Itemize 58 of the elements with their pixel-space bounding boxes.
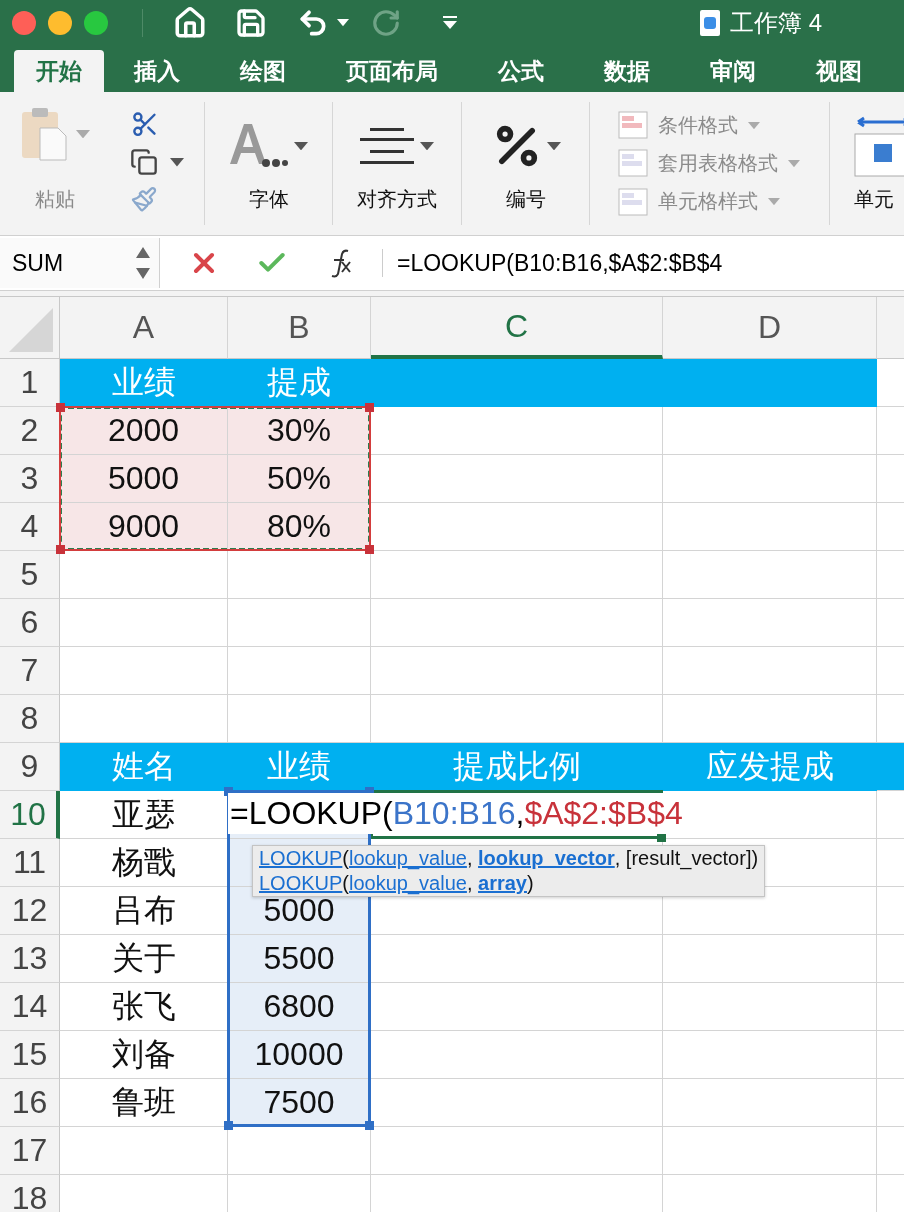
row-header[interactable]: 8 — [0, 695, 60, 743]
row-header[interactable]: 1 — [0, 359, 60, 407]
ribbon-tab[interactable]: 开始 — [14, 50, 104, 92]
row-header[interactable]: 13 — [0, 935, 60, 983]
table-cell: 50% — [228, 455, 371, 503]
row-header[interactable]: 4 — [0, 503, 60, 551]
row-header[interactable]: 5 — [0, 551, 60, 599]
row-header[interactable]: 18 — [0, 1175, 60, 1212]
row-header[interactable]: 10 — [0, 791, 60, 839]
ribbon-tab[interactable]: 绘图 — [210, 50, 316, 92]
table-cell: 7500 — [228, 1079, 371, 1127]
header-cell: 提成比例 — [371, 743, 663, 791]
ribbon-group-label[interactable]: 字体 — [248, 186, 289, 213]
row-header[interactable]: 12 — [0, 887, 60, 935]
row-header[interactable]: 11 — [0, 839, 60, 887]
name-box[interactable]: SUM — [0, 238, 160, 288]
table-cell: 5000 — [60, 455, 228, 503]
argument-link[interactable]: array — [478, 872, 527, 894]
column-header[interactable]: A — [60, 297, 228, 359]
header-cell: 应发提成 — [663, 743, 877, 791]
row-header[interactable]: 7 — [0, 647, 60, 695]
cell-editor[interactable]: =LOOKUP(B10:B16,$A$2:$B$4 — [228, 793, 683, 834]
table-cell: 80% — [228, 503, 371, 551]
ribbon-tab[interactable]: 视图 — [786, 50, 892, 92]
ribbon-tab[interactable]: 公式 — [468, 50, 574, 92]
syntax-line: LOOKUP(lookup_value, lookup_vector, [result_vector]) — [259, 846, 759, 871]
ribbon-group-label[interactable]: 编号 — [505, 186, 546, 213]
row-header[interactable]: 9 — [0, 743, 60, 791]
header-cell: 业绩 — [228, 743, 371, 791]
row-header[interactable]: 15 — [0, 1031, 60, 1079]
header-cell: 业绩 — [60, 359, 228, 407]
row-header[interactable]: 17 — [0, 1127, 60, 1175]
ribbon-group-label[interactable]: 对齐方式 — [357, 186, 437, 213]
table-cell: 30% — [228, 407, 371, 455]
table-cell: 9000 — [60, 503, 228, 551]
ribbon-tab[interactable]: 审阅 — [680, 50, 786, 92]
window-title: 工作簿 4 — [730, 8, 822, 38]
table-cell: 5500 — [228, 935, 371, 983]
formula-field[interactable]: =LOOKUP(B10:B16,$A$2:$B$4 — [383, 249, 723, 277]
argument-link[interactable]: lookup_value — [349, 847, 467, 869]
row-header[interactable]: 16 — [0, 1079, 60, 1127]
column-header[interactable]: B — [228, 297, 371, 359]
ribbon-tab[interactable]: 页面布局 — [316, 50, 468, 92]
ribbon-group-label[interactable]: 单元 — [854, 186, 894, 213]
row-header[interactable]: 14 — [0, 983, 60, 1031]
ribbon-tab[interactable]: 数据 — [574, 50, 680, 92]
row-header[interactable]: 6 — [0, 599, 60, 647]
argument-link[interactable]: lookup_vector — [478, 847, 615, 869]
ribbon-tab[interactable]: 插入 — [104, 50, 210, 92]
row-header[interactable]: 3 — [0, 455, 60, 503]
table-cell: 10000 — [228, 1031, 371, 1079]
column-header[interactable]: D — [663, 297, 877, 359]
table-cell: 2000 — [60, 407, 228, 455]
header-cell: 提成 — [228, 359, 371, 407]
header-cell: 姓名 — [60, 743, 228, 791]
table-cell: 6800 — [228, 983, 371, 1031]
row-header[interactable]: 2 — [0, 407, 60, 455]
column-header[interactable]: C — [371, 297, 663, 359]
